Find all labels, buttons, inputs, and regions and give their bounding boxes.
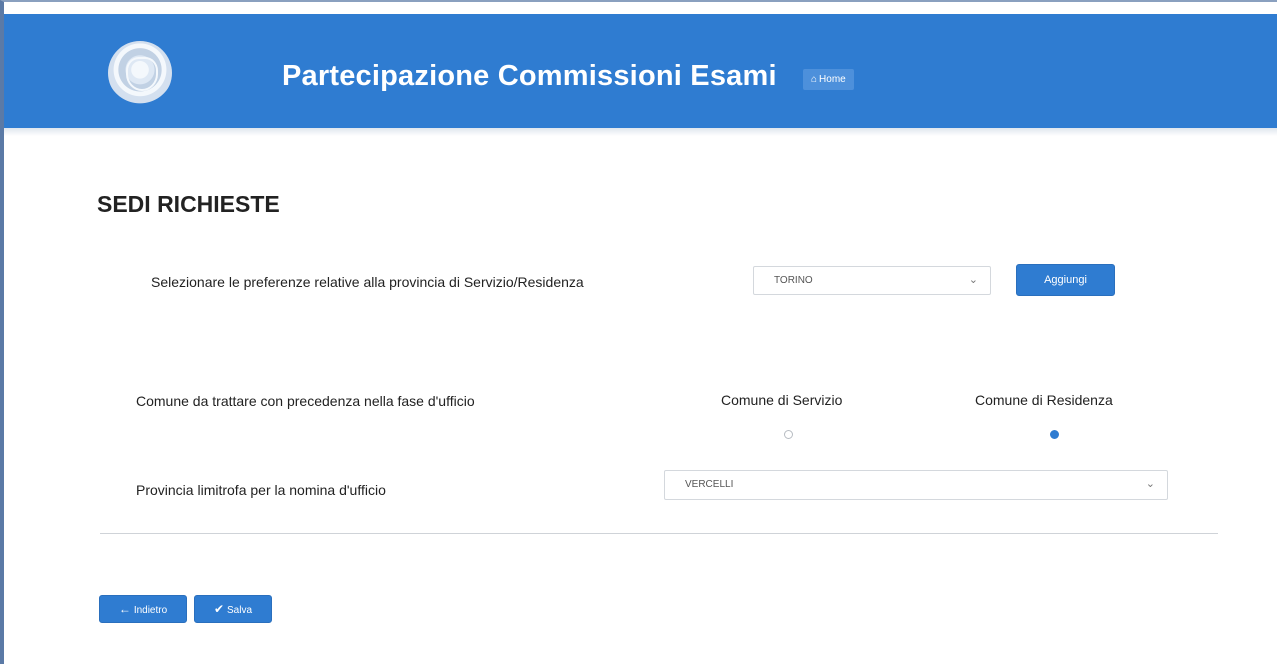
back-button[interactable]: ← Indietro bbox=[99, 595, 187, 623]
back-label: Indietro bbox=[133, 605, 168, 616]
section-title: SEDI RICHIESTE bbox=[97, 191, 280, 217]
priority-label: Comune da trattare con precedenza nella … bbox=[136, 393, 475, 409]
neighbor-province-select-value: VERCELLI bbox=[685, 479, 734, 490]
home-button[interactable]: ⌂ Home bbox=[803, 69, 854, 90]
app-title: Partecipazione Commissioni Esami bbox=[282, 60, 777, 92]
divider bbox=[100, 533, 1218, 534]
option-comune-residenza-label: Comune di Residenza bbox=[975, 392, 1113, 408]
header-shadow bbox=[4, 128, 1277, 136]
province-preference-label: Selezionare le preferenze relative alla … bbox=[151, 274, 584, 290]
province-select-value: TORINO bbox=[774, 275, 813, 286]
save-label: Salva bbox=[227, 605, 253, 616]
home-icon: ⌂ bbox=[811, 74, 818, 85]
neighbor-province-select[interactable]: VERCELLI ⌄ bbox=[664, 470, 1168, 500]
chevron-down-icon: ⌄ bbox=[968, 274, 978, 286]
arrow-left-icon: ← bbox=[118, 602, 131, 616]
radio-comune-residenza[interactable] bbox=[1050, 430, 1059, 439]
radio-comune-servizio[interactable] bbox=[784, 430, 793, 439]
save-button[interactable]: ✔ Salva bbox=[194, 595, 272, 623]
check-icon: ✔ bbox=[213, 602, 225, 616]
neighbor-province-label: Provincia limitrofa per la nomina d'uffi… bbox=[136, 482, 386, 498]
chevron-down-icon: ⌄ bbox=[1145, 478, 1155, 490]
add-button[interactable]: Aggiungi bbox=[1016, 264, 1115, 296]
home-label: Home bbox=[819, 74, 846, 85]
emblem-logo bbox=[108, 41, 172, 105]
province-select[interactable]: TORINO ⌄ bbox=[753, 266, 991, 295]
option-comune-servizio-label: Comune di Servizio bbox=[721, 392, 843, 408]
